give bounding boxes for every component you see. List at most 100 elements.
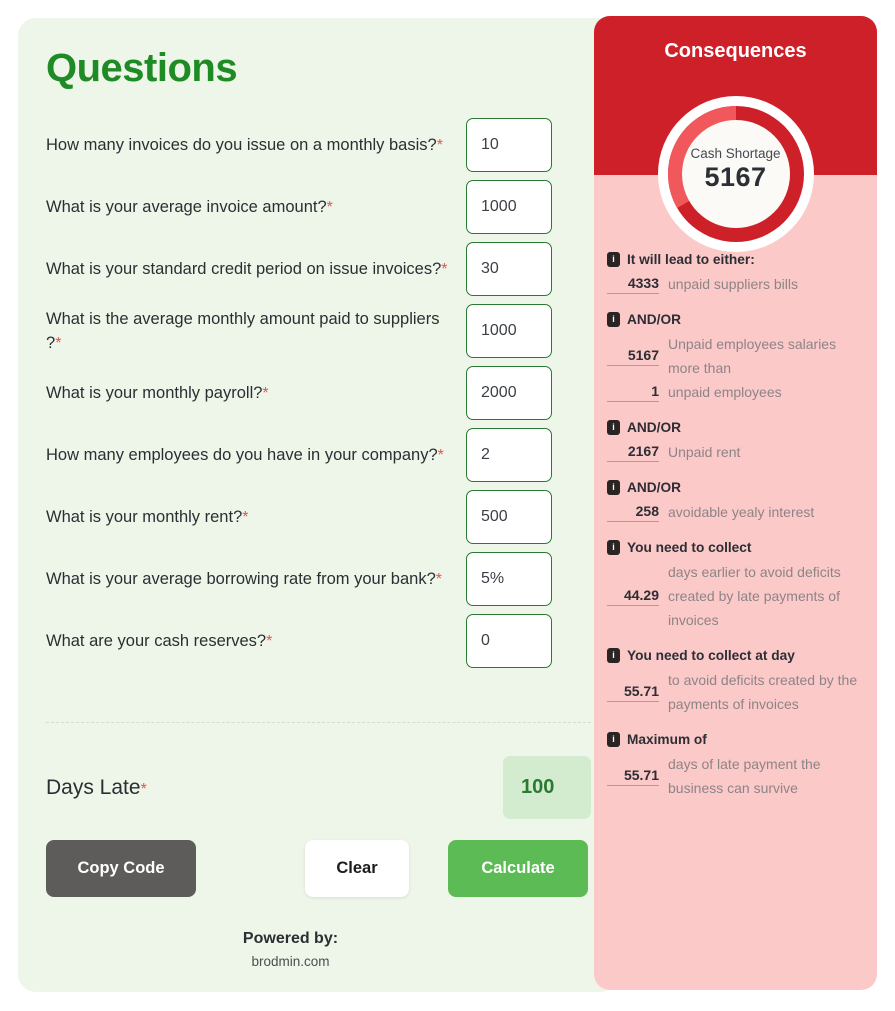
consequence-heading: i You need to collect bbox=[607, 540, 869, 555]
consequence-description: unpaid suppliers bills bbox=[668, 276, 798, 292]
required-star: * bbox=[242, 508, 249, 526]
consequence-description: Unpaid rent bbox=[668, 444, 741, 460]
consequence-heading: i Maximum of bbox=[607, 732, 869, 747]
input-monthly-payroll[interactable] bbox=[466, 366, 552, 420]
consequence-heading-text: You need to collect at day bbox=[627, 648, 795, 663]
consequence-heading-text: You need to collect bbox=[627, 540, 752, 555]
powered-by-footer: Powered by: brodmin.com bbox=[46, 930, 591, 969]
powered-by-label: Powered by: bbox=[242, 930, 339, 947]
question-label-monthly-supplier-payments: What is the average monthly amount paid … bbox=[46, 309, 440, 352]
consequence-body: 258 avoidable yealy interest bbox=[607, 500, 869, 524]
question-label-credit-period: What is your standard credit period on i… bbox=[46, 259, 448, 278]
required-star: * bbox=[266, 632, 273, 650]
info-icon: i bbox=[607, 420, 620, 435]
input-cash-reserves[interactable] bbox=[466, 614, 552, 668]
question-label-monthly-payroll: What is your monthly payroll?* bbox=[46, 383, 269, 402]
consequence-body: 4333 unpaid suppliers bills bbox=[607, 272, 869, 296]
questions-list: How many invoices do you issue on a mont… bbox=[46, 114, 591, 672]
consequence-item: i AND/OR 5167 Unpaid employees salaries … bbox=[607, 312, 869, 404]
gauge-label: Cash Shortage bbox=[690, 146, 781, 161]
input-invoices-per-month[interactable] bbox=[466, 118, 552, 172]
question-label-invoices-per-month: How many invoices do you issue on a mont… bbox=[46, 135, 443, 154]
consequences-title: Consequences bbox=[664, 40, 807, 62]
calculate-button[interactable]: Calculate bbox=[448, 840, 588, 897]
question-row: What are your cash reserves?* bbox=[46, 610, 591, 672]
gauge-center-text: Cash Shortage 5167 bbox=[656, 146, 816, 193]
days-late-row: Days Late* 100 bbox=[46, 756, 591, 819]
input-monthly-supplier-payments[interactable] bbox=[466, 304, 552, 358]
required-star: * bbox=[262, 384, 269, 402]
consequence-heading: i It will lead to either: bbox=[607, 252, 869, 267]
consequence-heading-text: AND/OR bbox=[627, 480, 681, 495]
consequence-body-secondary: 1 unpaid employees bbox=[607, 380, 869, 404]
question-label-average-invoice-amount: What is your average invoice amount?* bbox=[46, 197, 333, 216]
question-row: What is your average borrowing rate from… bbox=[46, 548, 591, 610]
consequence-description: Unpaid employees salaries more than bbox=[668, 336, 837, 376]
consequence-description: avoidable yealy interest bbox=[668, 504, 815, 520]
consequence-heading-text: AND/OR bbox=[627, 420, 681, 435]
input-borrowing-rate[interactable] bbox=[466, 552, 552, 606]
consequence-heading: i You need to collect at day bbox=[607, 648, 869, 663]
info-icon: i bbox=[607, 252, 620, 267]
question-label-monthly-rent: What is your monthly rent?* bbox=[46, 507, 249, 526]
consequence-body: 55.71 to avoid deficits created by the p… bbox=[607, 668, 869, 716]
question-row: What is the average monthly amount paid … bbox=[46, 300, 591, 362]
powered-by-site: brodmin.com bbox=[251, 954, 330, 969]
consequence-item: i You need to collect 44.29 days earlier… bbox=[607, 540, 869, 632]
consequences-panel: Consequences Cash Shortage 5167 i It wil… bbox=[594, 16, 877, 990]
consequence-value: 5167 bbox=[607, 347, 659, 366]
consequence-heading-text: It will lead to either: bbox=[627, 252, 755, 267]
input-monthly-rent[interactable] bbox=[466, 490, 552, 544]
consequence-body: 44.29 days earlier to avoid deficits cre… bbox=[607, 560, 869, 632]
consequence-body: 5167 Unpaid employees salaries more than bbox=[607, 332, 869, 380]
consequence-value: 55.71 bbox=[607, 683, 659, 702]
consequence-item: i You need to collect at day 55.71 to av… bbox=[607, 648, 869, 716]
consequence-item: i AND/OR 2167 Unpaid rent bbox=[607, 420, 869, 464]
consequence-item: i AND/OR 258 avoidable yealy interest bbox=[607, 480, 869, 524]
consequence-value: 4333 bbox=[607, 275, 659, 294]
question-row: How many employees do you have in your c… bbox=[46, 424, 591, 486]
info-icon: i bbox=[607, 540, 620, 555]
question-label-cash-reserves: What are your cash reserves?* bbox=[46, 631, 273, 650]
consequence-description-secondary: unpaid employees bbox=[668, 384, 782, 400]
consequence-item: i It will lead to either: 4333 unpaid su… bbox=[607, 252, 869, 296]
question-label-borrowing-rate: What is your average borrowing rate from… bbox=[46, 569, 442, 588]
consequence-heading-text: AND/OR bbox=[627, 312, 681, 327]
question-row: What is your standard credit period on i… bbox=[46, 238, 591, 300]
required-star: * bbox=[55, 334, 62, 352]
consequence-description: days of late payment the business can su… bbox=[668, 756, 821, 796]
info-icon: i bbox=[607, 732, 620, 747]
page-title: Questions bbox=[46, 46, 238, 90]
input-average-invoice-amount[interactable] bbox=[466, 180, 552, 234]
required-star: * bbox=[437, 446, 444, 464]
question-row: What is your monthly payroll?* bbox=[46, 362, 591, 424]
consequence-value: 2167 bbox=[607, 443, 659, 462]
consequence-value-secondary: 1 bbox=[607, 383, 659, 402]
input-credit-period[interactable] bbox=[466, 242, 552, 296]
question-row: How many invoices do you issue on a mont… bbox=[46, 114, 591, 176]
consequence-item: i Maximum of 55.71 days of late payment … bbox=[607, 732, 869, 800]
days-late-value: 100 bbox=[503, 756, 591, 819]
consequence-list: i It will lead to either: 4333 unpaid su… bbox=[607, 252, 869, 816]
question-label-employee-count: How many employees do you have in your c… bbox=[46, 445, 444, 464]
input-employee-count[interactable] bbox=[466, 428, 552, 482]
days-late-label: Days Late* bbox=[46, 775, 147, 799]
gauge-value: 5167 bbox=[704, 162, 767, 192]
questions-panel: Questions How many invoices do you issue… bbox=[18, 18, 618, 992]
question-row: What is your average invoice amount?* bbox=[46, 176, 591, 238]
required-star: * bbox=[326, 198, 333, 216]
clear-button[interactable]: Clear bbox=[305, 840, 409, 897]
copy-code-button[interactable]: Copy Code bbox=[46, 840, 196, 897]
required-star: * bbox=[435, 570, 442, 588]
consequence-body: 55.71 days of late payment the business … bbox=[607, 752, 869, 800]
consequence-value: 258 bbox=[607, 503, 659, 522]
required-star: * bbox=[140, 780, 147, 798]
cash-shortage-gauge: Cash Shortage 5167 bbox=[656, 94, 816, 254]
consequence-body: 2167 Unpaid rent bbox=[607, 440, 869, 464]
consequence-value: 55.71 bbox=[607, 767, 659, 786]
info-icon: i bbox=[607, 648, 620, 663]
consequence-heading-text: Maximum of bbox=[627, 732, 707, 747]
required-star: * bbox=[436, 136, 443, 154]
info-icon: i bbox=[607, 480, 620, 495]
info-icon: i bbox=[607, 312, 620, 327]
